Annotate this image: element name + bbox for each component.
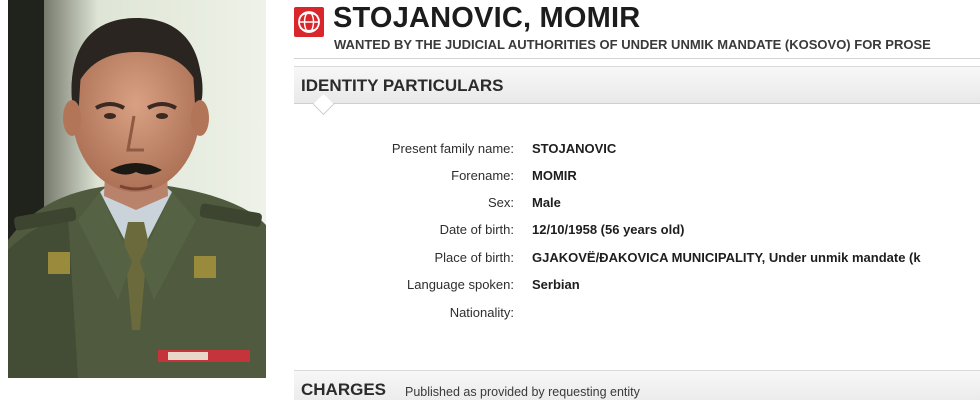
- identity-row-dob: Date of birth: 12/10/1958 (56 years old): [294, 222, 980, 242]
- identity-section-title: IDENTITY PARTICULARS: [301, 76, 504, 95]
- charges-section-header[interactable]: CHARGES Published as provided by request…: [294, 370, 980, 400]
- identity-row-language: Language spoken: Serbian: [294, 277, 980, 297]
- sex-value: Male: [532, 195, 561, 210]
- identity-section-header[interactable]: IDENTITY PARTICULARS: [294, 66, 980, 116]
- sex-label: Sex:: [487, 195, 514, 210]
- nationality-label: Nationality:: [449, 305, 514, 320]
- family-name-value: STOJANOVIC: [532, 141, 617, 156]
- language-label: Language spoken:: [407, 277, 514, 292]
- person-photo: [8, 0, 266, 378]
- interpol-logo-icon: [294, 7, 324, 37]
- section-pointer-icon: [312, 93, 335, 116]
- pob-value: GJAKOVË/ĐAKOVICA MUNICIPALITY, Under unm…: [532, 250, 921, 265]
- pob-label: Place of birth:: [434, 250, 515, 265]
- identity-row-sex: Sex: Male: [294, 195, 980, 215]
- dob-label: Date of birth:: [439, 222, 514, 237]
- wanted-person-name: STOJANOVIC, MOMIR: [333, 2, 641, 34]
- identity-row-pob: Place of birth: GJAKOVË/ĐAKOVICA MUNICIP…: [294, 250, 980, 270]
- family-name-label: Present family name:: [391, 141, 514, 156]
- wanted-notice-page: STOJANOVIC, MOMIR WANTED BY THE JUDICIAL…: [0, 0, 980, 400]
- dob-value: 12/10/1958 (56 years old): [532, 222, 685, 237]
- forename-value: MOMIR: [532, 168, 577, 183]
- identity-row-nationality: Nationality:: [294, 305, 980, 325]
- identity-row-forename: Forename: MOMIR: [294, 168, 980, 188]
- language-value: Serbian: [532, 277, 580, 292]
- header-divider: [294, 58, 980, 59]
- forename-label: Forename:: [451, 168, 514, 183]
- charges-section-note: Published as provided by requesting enti…: [405, 385, 640, 399]
- wanted-by-subtitle: WANTED BY THE JUDICIAL AUTHORITIES OF UN…: [334, 37, 931, 52]
- identity-row-family-name: Present family name: STOJANOVIC: [294, 141, 980, 161]
- charges-section-title: CHARGES: [301, 380, 387, 399]
